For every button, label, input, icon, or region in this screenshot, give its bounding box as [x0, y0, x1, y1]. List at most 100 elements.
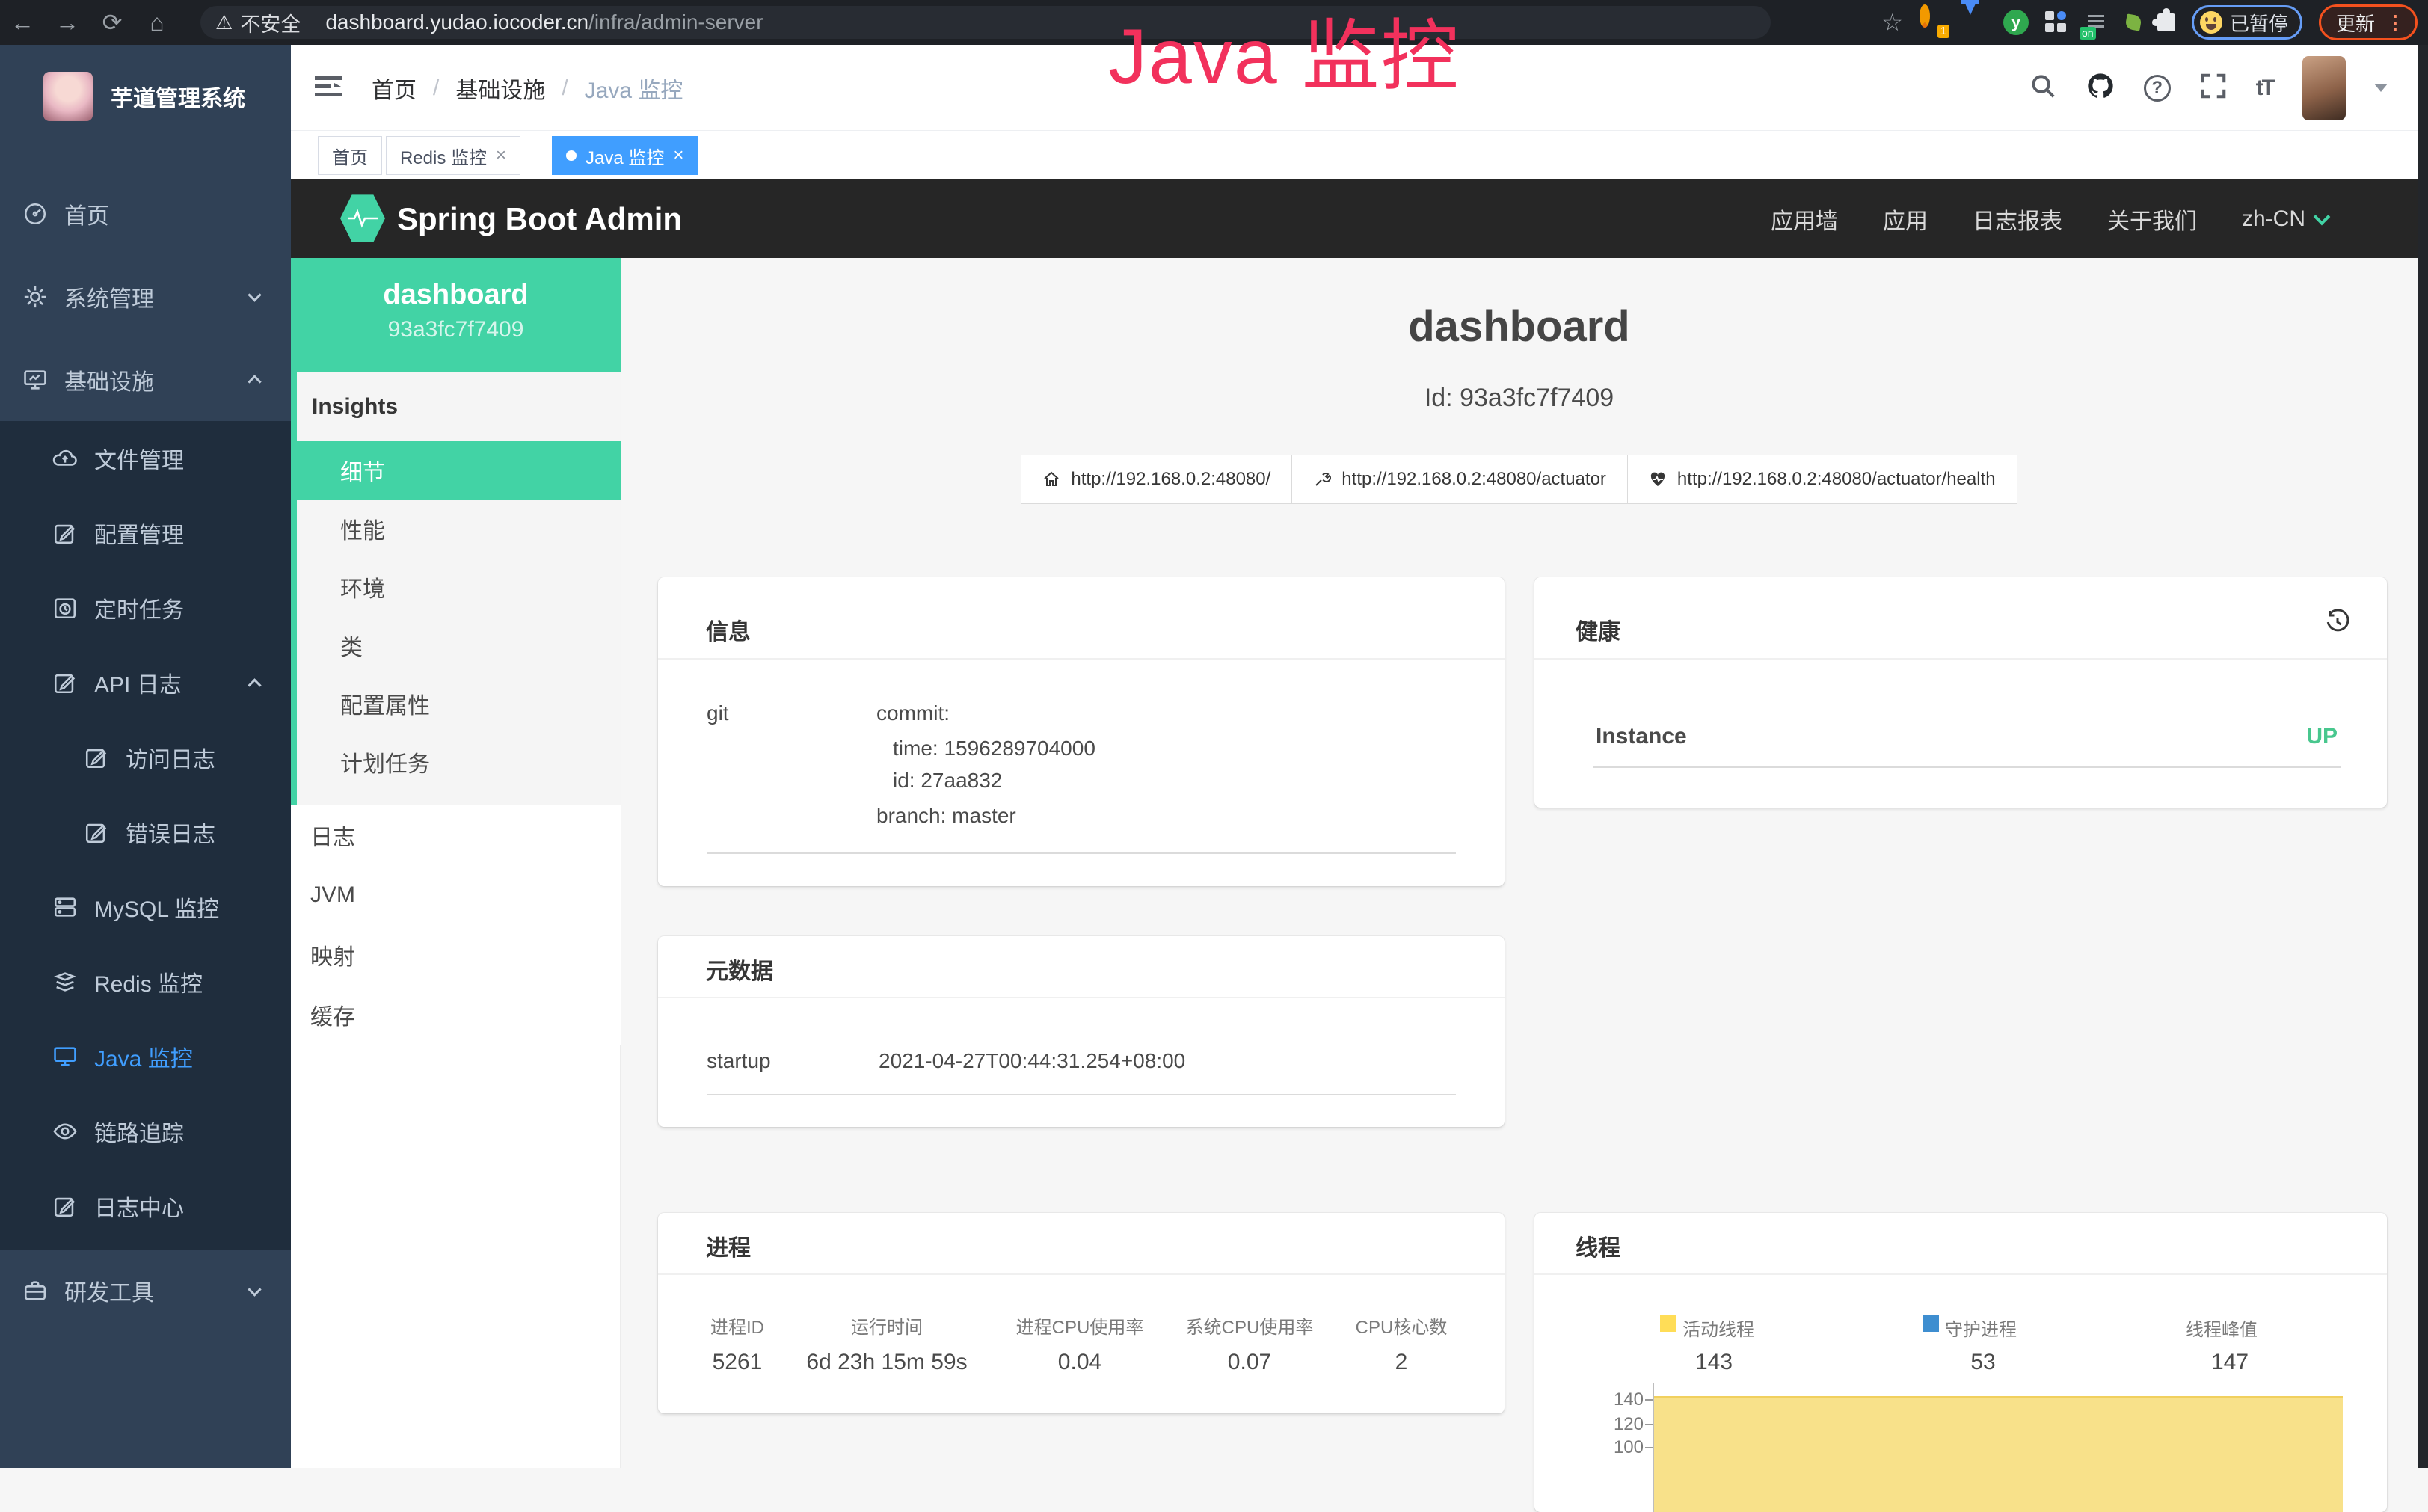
app-logo[interactable]: 芋道管理系统 [0, 55, 291, 138]
menu-item-jvm[interactable]: JVM [291, 865, 621, 925]
sidebar-item-error-log[interactable]: 错误日志 [0, 795, 291, 870]
search-icon[interactable] [2029, 72, 2057, 104]
browser-reload-icon[interactable]: ⟳ [90, 8, 135, 37]
close-icon[interactable]: × [496, 145, 506, 166]
process-col-cpu: 进程CPU使用率 [1016, 1312, 1144, 1339]
threads-peak-value: 147 [2211, 1350, 2249, 1375]
insights-section-label[interactable]: Insights [297, 372, 621, 441]
active-dot [566, 150, 577, 161]
info-card: 信息 git commit: time: 1596289704000 id: 2… [658, 577, 1505, 886]
tag-label: Redis 监控 [400, 143, 487, 169]
sidebar-item-label: 日志中心 [94, 1190, 184, 1223]
address-bar[interactable]: ⚠ 不安全 dashboard.yudao.iocoder.cn/infra/a… [200, 6, 1771, 39]
language-selector[interactable]: zh-CN [2242, 206, 2328, 232]
browser-menu-icon[interactable]: ⋮ [2385, 11, 2405, 34]
chevron-down-icon [248, 288, 261, 301]
browser-forward-icon[interactable]: → [45, 9, 90, 37]
sba-logo-icon[interactable] [340, 194, 385, 243]
sidebar-item-files[interactable]: 文件管理 [0, 421, 291, 496]
avatar-caret-icon[interactable] [2374, 84, 2388, 92]
git-branch-line: branch: master [876, 804, 1016, 828]
y-tick-140: 140 [1599, 1389, 1644, 1410]
breadcrumb-infra[interactable]: 基础设施 [455, 72, 545, 105]
sidebar-item-label: 首页 [64, 197, 109, 230]
sidebar-item-infra[interactable]: 基础设施 [0, 338, 291, 421]
menu-item-label: 计划任务 [340, 746, 430, 778]
font-size-icon[interactable]: tT [2256, 76, 2274, 101]
service-url-button[interactable]: http://192.168.0.2:48080/ [1021, 455, 1292, 504]
instance-header[interactable]: dashboard 93a3fc7f7409 [291, 258, 621, 372]
window-scrollbar[interactable] [2418, 45, 2428, 1468]
sidebar-item-api-log[interactable]: API 日志 [0, 645, 291, 720]
sidebar-item-devtools[interactable]: 研发工具 [0, 1250, 291, 1332]
app-title: 芋道管理系统 [111, 80, 245, 113]
sidebar-item-jobs[interactable]: 定时任务 [0, 571, 291, 645]
sidebar-item-label: 配置管理 [94, 517, 184, 550]
menu-item-scheduledtasks[interactable]: 计划任务 [297, 733, 621, 791]
sidebar-item-mysql[interactable]: MySQL 监控 [0, 870, 291, 944]
menu-item-mappings[interactable]: 映射 [291, 925, 621, 985]
sidebar-item-config[interactable]: 配置管理 [0, 496, 291, 571]
menu-item-caches[interactable]: 缓存 [291, 985, 621, 1045]
actuator-url-button[interactable]: http://192.168.0.2:48080/actuator [1292, 455, 1628, 504]
extension-switch-icon[interactable]: on [2084, 10, 2109, 35]
sidebar-item-tracing[interactable]: 链路追踪 [0, 1094, 291, 1169]
tag-java-active[interactable]: Java 监控 × [552, 136, 698, 175]
menu-item-classes[interactable]: 类 [297, 616, 621, 674]
extension-colorpicker-icon[interactable]: 1 [1920, 10, 1945, 35]
sidebar-item-access-log[interactable]: 访问日志 [0, 720, 291, 795]
history-icon[interactable] [2324, 609, 2351, 639]
menu-item-configprops[interactable]: 配置属性 [297, 674, 621, 733]
paused-chip[interactable]: 已暂停 [2192, 5, 2302, 40]
sidebar-item-redis[interactable]: Redis 监控 [0, 944, 291, 1019]
not-secure-label[interactable]: 不安全 [240, 8, 301, 37]
menu-item-label: 映射 [310, 938, 355, 971]
github-icon[interactable] [2086, 71, 2115, 105]
menu-item-environment[interactable]: 环境 [297, 558, 621, 616]
extensions-puzzle-icon[interactable] [2157, 13, 2175, 31]
sba-nav-wallboard[interactable]: 应用墙 [1771, 203, 1838, 236]
emoji-face-icon [2200, 11, 2222, 34]
menu-item-metrics[interactable]: 性能 [297, 500, 621, 558]
wrench-icon [1313, 470, 1331, 488]
fullscreen-icon[interactable] [2199, 72, 2228, 104]
sidebar-item-label: 系统管理 [64, 280, 154, 313]
extension-pin-icon[interactable] [1961, 15, 1987, 40]
menu-item-details[interactable]: 细节 [291, 441, 621, 500]
health-card: 健康 Instance UP [1534, 577, 2387, 808]
sba-nav-journal[interactable]: 日志报表 [1973, 203, 2062, 236]
close-icon[interactable]: × [673, 145, 683, 166]
tag-label: 首页 [332, 143, 368, 169]
help-icon[interactable]: ? [2144, 75, 2171, 102]
sba-brand-title[interactable]: Spring Boot Admin [397, 179, 682, 258]
browser-home-icon[interactable]: ⌂ [135, 9, 179, 37]
breadcrumb-current: Java 监控 [585, 72, 683, 105]
service-url: http://192.168.0.2:48080/ [1071, 469, 1270, 490]
extension-y-icon[interactable]: y [2003, 10, 2029, 35]
bookmark-star-icon[interactable]: ☆ [1881, 8, 1903, 37]
sidebar-collapse-icon[interactable] [313, 72, 343, 102]
process-col-syscpu: 系统CPU使用率 [1186, 1312, 1314, 1339]
sidebar-item-log-center[interactable]: 日志中心 [0, 1169, 291, 1244]
breadcrumb-home[interactable]: 首页 [372, 72, 417, 105]
user-avatar[interactable] [2302, 56, 2346, 120]
breadcrumb-separator: / [562, 76, 568, 101]
sidebar-item-java-monitor[interactable]: Java 监控 [0, 1019, 291, 1094]
health-url: http://192.168.0.2:48080/actuator/health [1677, 469, 1996, 490]
tag-redis[interactable]: Redis 监控 × [386, 136, 520, 175]
browser-back-icon[interactable]: ← [0, 9, 45, 37]
extension-leaf-icon[interactable] [2124, 13, 2142, 31]
menu-item-logfile[interactable]: 日志 [291, 805, 621, 865]
process-col-pid: 进程ID [710, 1312, 764, 1339]
sidebar-item-system[interactable]: 系统管理 [0, 255, 291, 338]
menu-item-label: 配置属性 [340, 687, 430, 720]
update-button[interactable]: 更新 ⋮ [2319, 4, 2418, 40]
health-url-button[interactable]: http://192.168.0.2:48080/actuator/health [1628, 455, 2017, 504]
sidebar-item-home[interactable]: 首页 [0, 172, 291, 255]
sba-nav-applications[interactable]: 应用 [1883, 203, 1928, 236]
sba-nav-about[interactable]: 关于我们 [2107, 203, 2197, 236]
tag-home[interactable]: 首页 [318, 136, 382, 175]
row-divider [1593, 766, 2341, 768]
git-id-line: id: 27aa832 [893, 769, 1002, 793]
extension-grid-icon[interactable] [2045, 11, 2068, 34]
